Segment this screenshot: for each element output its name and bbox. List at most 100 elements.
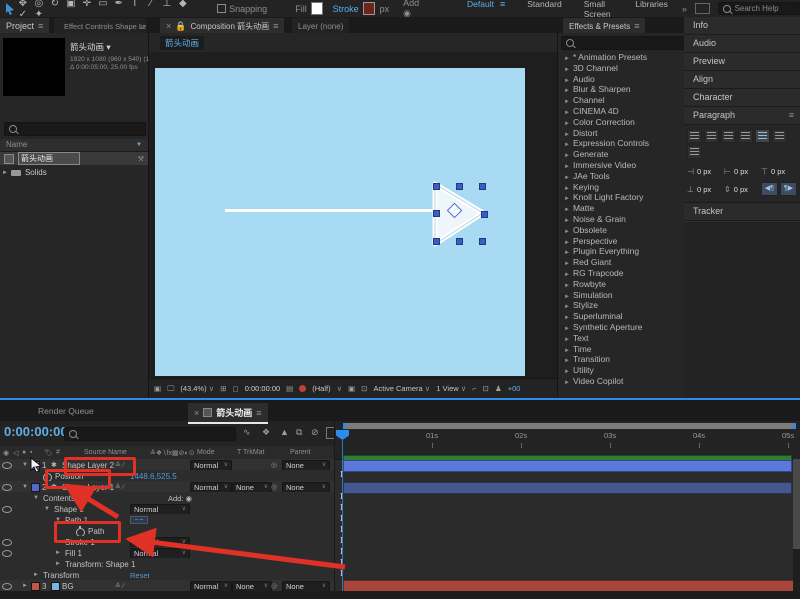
grid-icon[interactable]: ⊞ bbox=[220, 384, 226, 393]
close-icon[interactable]: × bbox=[194, 408, 199, 418]
property-name[interactable]: Contents bbox=[43, 494, 75, 503]
fill-swatch[interactable] bbox=[310, 2, 323, 15]
selection-handle[interactable] bbox=[479, 183, 486, 190]
magnification-dropdown[interactable]: (43.4%) ∨ bbox=[180, 384, 214, 393]
expand-icon[interactable]: ► bbox=[2, 170, 8, 176]
parent-pickwhip-icon[interactable]: ◎ bbox=[271, 483, 277, 491]
property-name[interactable]: Transform bbox=[43, 571, 79, 580]
panel-tracker-header[interactable]: Tracker bbox=[684, 203, 800, 221]
effects-search-box[interactable] bbox=[561, 36, 686, 50]
expand-icon[interactable]: ► bbox=[564, 78, 570, 84]
rtl-button[interactable]: ◀¶ bbox=[761, 182, 778, 196]
panel-lock-icon[interactable]: 🔒 bbox=[175, 21, 186, 32]
effects-category-23[interactable]: ► Stylize bbox=[558, 300, 684, 311]
align-button-0[interactable] bbox=[687, 129, 702, 143]
expand-icon[interactable]: ► bbox=[564, 153, 570, 159]
resolution-dropdown[interactable]: (Half) bbox=[312, 384, 330, 393]
timeline-vertical-scrollbar[interactable] bbox=[793, 459, 800, 599]
project-item-composition[interactable]: 箭头动画 ⚒ bbox=[0, 152, 148, 165]
layer-bar-shape-layer-1[interactable] bbox=[343, 482, 792, 494]
fast-preview-icon[interactable]: ⊡ bbox=[483, 384, 489, 393]
expand-icon[interactable]: ► bbox=[564, 196, 570, 202]
align-button-3[interactable] bbox=[738, 129, 753, 143]
search-help-box[interactable]: Search Help bbox=[717, 2, 800, 15]
paragraph-field-1[interactable]: ⊢ 0 px bbox=[724, 167, 761, 176]
property-value[interactable]: 1448.6,525.5 bbox=[130, 472, 177, 481]
parent-header[interactable]: Parent bbox=[290, 449, 311, 456]
roi-icon[interactable]: ▣ bbox=[348, 384, 355, 393]
composition-subtab[interactable]: 箭头动画 bbox=[160, 36, 205, 50]
tab-layer[interactable]: Layer (none) bbox=[292, 18, 350, 34]
trkmat-header[interactable]: T TrkMat bbox=[237, 449, 264, 456]
channel-icon[interactable]: 🖵 bbox=[167, 384, 174, 394]
tab-effects-presets[interactable]: Effects & Presets ≡ bbox=[563, 18, 646, 34]
effects-category-10[interactable]: ► Immersive Video bbox=[558, 160, 684, 171]
selection-handle[interactable] bbox=[433, 183, 440, 190]
mode-header[interactable]: Mode bbox=[197, 449, 215, 456]
expand-icon[interactable]: ▼ bbox=[33, 495, 39, 501]
add-menu[interactable]: Add: ◉ bbox=[168, 494, 192, 503]
expand-icon[interactable]: ► bbox=[564, 294, 570, 300]
tab-effect-controls[interactable]: Effect Controls Shape Layer 2 bbox=[54, 18, 146, 34]
expand-icon[interactable]: ► bbox=[55, 561, 61, 567]
panel-audio-header[interactable]: Audio bbox=[684, 35, 800, 53]
effects-category-21[interactable]: ► Rowbyte bbox=[558, 279, 684, 290]
effects-category-24[interactable]: ► Superluminal bbox=[558, 311, 684, 322]
effects-category-0[interactable]: ► * Animation Presets bbox=[558, 52, 684, 63]
timeline-search-box[interactable] bbox=[64, 427, 236, 441]
effects-category-25[interactable]: ► Synthetic Aperture bbox=[558, 322, 684, 333]
workspace-menu-icon[interactable]: ≡ bbox=[500, 0, 505, 19]
layer-switches[interactable]: ≙ ∕ bbox=[115, 582, 124, 590]
brainstorm-icon[interactable]: ⊘ bbox=[311, 427, 319, 438]
expand-icon[interactable]: ► bbox=[564, 67, 570, 73]
pan-behind-tool[interactable]: ✛ bbox=[79, 0, 95, 9]
workspace-small-screen[interactable]: Small Screen bbox=[584, 0, 614, 19]
tab-project[interactable]: Project ≡ bbox=[0, 18, 50, 34]
parent-pickwhip-icon[interactable]: ◎ bbox=[271, 582, 277, 590]
effects-category-17[interactable]: ► Perspective bbox=[558, 236, 684, 247]
effects-category-8[interactable]: ► Expression Controls bbox=[558, 138, 684, 149]
expand-icon[interactable]: ► bbox=[564, 207, 570, 213]
visibility-eye-icon[interactable] bbox=[2, 539, 12, 546]
paragraph-field-2[interactable]: ⊤ 0 px bbox=[761, 167, 798, 176]
mask-icon[interactable]: ◻ bbox=[232, 384, 238, 393]
panel-menu-icon[interactable]: ≡ bbox=[789, 107, 794, 124]
expand-icon[interactable]: ► bbox=[564, 164, 570, 170]
workspace-default[interactable]: Default bbox=[467, 0, 494, 19]
selection-handle[interactable] bbox=[456, 183, 463, 190]
effects-category-16[interactable]: ► Obsolete bbox=[558, 225, 684, 236]
selection-handle[interactable] bbox=[456, 238, 463, 245]
paragraph-field-0[interactable]: ⊣ 0 px bbox=[687, 167, 724, 176]
property-name[interactable]: Position bbox=[55, 472, 83, 481]
layer-color-swatch[interactable] bbox=[31, 483, 40, 492]
align-button-5[interactable] bbox=[772, 129, 787, 143]
source-name-header[interactable]: Source Name bbox=[84, 449, 127, 456]
align-button-1[interactable] bbox=[704, 129, 719, 143]
effects-category-22[interactable]: ► Simulation bbox=[558, 290, 684, 301]
effects-category-13[interactable]: ► Knoll Light Factory bbox=[558, 192, 684, 203]
paragraph-field-value[interactable]: 0 px bbox=[771, 167, 785, 176]
selection-handle[interactable] bbox=[433, 210, 440, 217]
effects-category-14[interactable]: ► Matte bbox=[558, 203, 684, 214]
paragraph-field-3[interactable]: ⊥ 0 px bbox=[687, 182, 724, 196]
pixel-aspect-icon[interactable]: ⌐ bbox=[472, 384, 476, 393]
panel-preview-header[interactable]: Preview bbox=[684, 53, 800, 71]
timeline-timecode[interactable]: 0:00:00:00 bbox=[4, 424, 68, 439]
paragraph-field-value[interactable]: 0 px bbox=[734, 167, 748, 176]
workspace-manager-icon[interactable] bbox=[694, 3, 710, 14]
expand-icon[interactable]: ► bbox=[564, 229, 570, 235]
timeline-icon[interactable]: ♟ bbox=[495, 384, 502, 393]
expand-icon[interactable]: ► bbox=[564, 186, 570, 192]
comp-timecode[interactable]: 0:00:00:00 bbox=[245, 384, 280, 393]
project-comp-name[interactable]: 箭头动画 ▾ bbox=[70, 41, 146, 53]
composition-shy-icon[interactable]: ∿ bbox=[243, 427, 251, 438]
stroke-label[interactable]: Stroke bbox=[333, 4, 359, 14]
expand-icon[interactable]: ▼ bbox=[44, 506, 50, 512]
property-name[interactable]: Stroke 1 bbox=[65, 538, 95, 547]
panel-info-header[interactable]: Info bbox=[684, 17, 800, 35]
expand-icon[interactable]: ► bbox=[564, 132, 570, 138]
effects-category-18[interactable]: ► Plugin Everything bbox=[558, 246, 684, 257]
property-name[interactable]: Shape 1 bbox=[54, 505, 84, 514]
visibility-eye-icon[interactable] bbox=[2, 484, 12, 491]
view-dropdown[interactable]: 1 View ∨ bbox=[436, 384, 466, 393]
